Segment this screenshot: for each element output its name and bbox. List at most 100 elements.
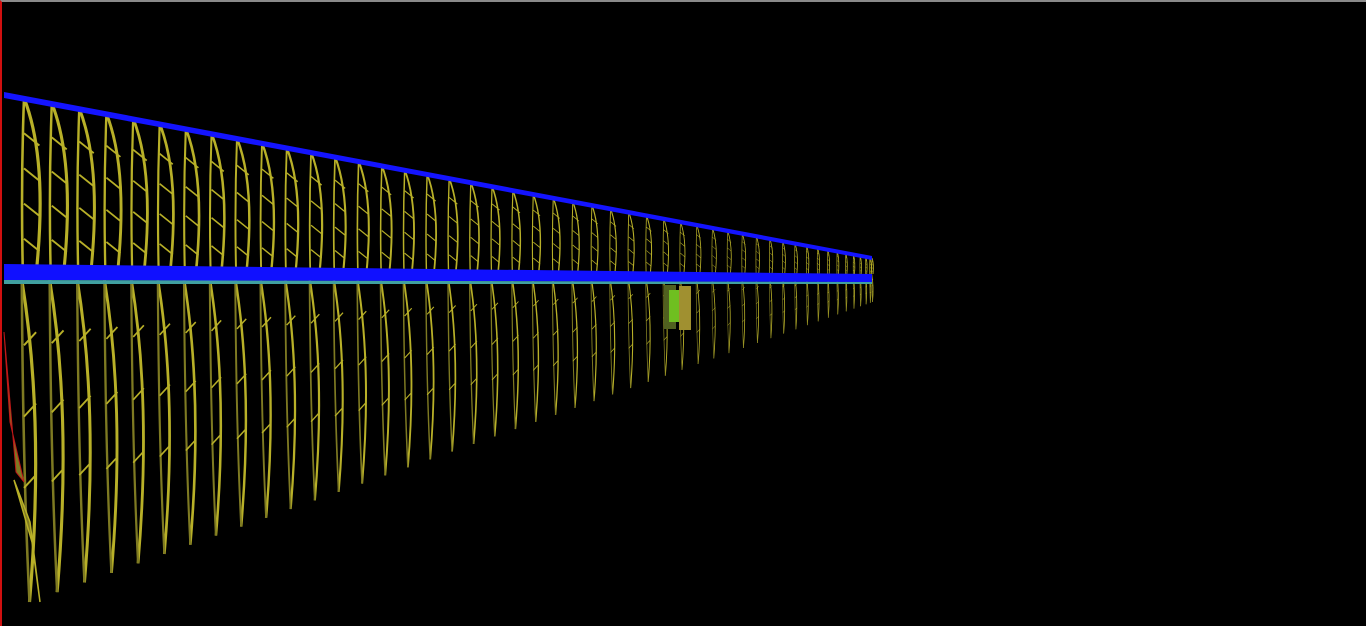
truss-frames	[3, 97, 874, 603]
upper-web	[381, 208, 392, 217]
upper-web	[334, 226, 346, 236]
upper-web	[310, 176, 323, 186]
truss-frame-40	[816, 247, 820, 322]
upper-web	[185, 186, 199, 198]
upper-inner-chord	[356, 161, 360, 275]
truss-frame-2	[48, 102, 69, 593]
upper-outer-chord	[426, 173, 437, 275]
truss-frame-8	[208, 132, 226, 536]
upper-web	[159, 213, 174, 226]
upper-inner-chord	[627, 212, 630, 275]
upper-web	[512, 206, 521, 214]
upper-web	[727, 256, 732, 260]
upper-web	[448, 196, 458, 205]
upper-web	[680, 252, 685, 257]
upper-web	[105, 209, 121, 222]
upper-outer-chord	[769, 238, 774, 275]
upper-inner-chord	[103, 113, 108, 275]
truss-frame-12	[308, 151, 324, 501]
truss-frame-33	[726, 230, 732, 354]
upper-web	[286, 172, 299, 183]
truss-frame-34	[741, 233, 747, 348]
upper-web	[426, 233, 437, 242]
upper-web	[591, 218, 598, 225]
upper-outer-chord	[470, 182, 480, 275]
3d-viewport[interactable]	[0, 0, 1366, 626]
upper-outer-chord	[235, 137, 251, 275]
upper-web	[491, 221, 500, 228]
truss-frame-18	[447, 177, 459, 452]
upper-inner-chord	[259, 142, 263, 275]
upper-outer-chord	[448, 177, 459, 275]
upper-web	[404, 190, 414, 199]
truss-frame-3	[75, 107, 96, 583]
upper-web	[23, 167, 40, 182]
truss-frame-37	[781, 241, 786, 334]
upper-outer-chord	[755, 236, 760, 275]
upper-web	[310, 200, 323, 210]
truss-frame-21	[511, 189, 522, 430]
truss-frame-13	[332, 156, 347, 493]
upper-outer-chord	[794, 243, 798, 275]
truss-frame-14	[356, 160, 370, 484]
upper-web	[236, 219, 250, 230]
upper-inner-chord	[695, 224, 698, 275]
upper-inner-chord	[308, 152, 312, 275]
upper-web	[712, 236, 717, 241]
upper-web	[426, 213, 437, 222]
upper-web	[211, 189, 225, 201]
upper-outer-chord	[158, 123, 175, 275]
upper-web	[404, 211, 414, 220]
upper-web	[105, 177, 121, 190]
upper-web	[552, 243, 560, 250]
upper-web	[261, 221, 274, 232]
upper-inner-chord	[76, 108, 81, 275]
upper-outer-chord	[741, 233, 747, 275]
truss-scene[interactable]	[2, 2, 1366, 626]
truss-frame-9	[234, 137, 251, 527]
upper-web	[358, 205, 369, 215]
upper-inner-chord	[402, 169, 406, 275]
truss-frame-26	[609, 208, 617, 395]
upper-inner-chord	[469, 182, 472, 275]
highlight-panel-green	[669, 290, 679, 322]
upper-inner-chord	[609, 208, 612, 275]
upper-web	[159, 153, 174, 165]
upper-outer-chord	[105, 113, 123, 275]
upper-web	[381, 230, 392, 239]
truss-frame-4	[102, 113, 123, 573]
upper-inner-chord	[130, 118, 135, 275]
upper-web	[794, 261, 798, 265]
upper-web	[572, 244, 580, 251]
upper-inner-chord	[645, 215, 647, 275]
upper-outer-chord	[552, 197, 561, 275]
upper-web	[470, 236, 479, 245]
upper-inner-chord	[284, 147, 288, 275]
upper-web	[286, 222, 299, 233]
upper-web	[286, 197, 299, 208]
truss-frame-15	[379, 165, 393, 476]
upper-outer-chord	[628, 211, 635, 275]
upper-web	[610, 234, 617, 240]
upper-web	[533, 225, 541, 232]
upper-web	[696, 244, 701, 249]
upper-web	[78, 173, 95, 187]
upper-web	[712, 246, 717, 250]
truss-frame-35	[755, 236, 760, 343]
truss-frame-11	[284, 147, 300, 510]
upper-web	[334, 179, 346, 189]
upper-outer-chord	[663, 218, 669, 275]
upper-web	[696, 234, 701, 239]
selected-element[interactable]	[664, 285, 691, 330]
upper-outer-chord	[380, 165, 393, 275]
upper-outer-chord	[357, 160, 370, 275]
upper-inner-chord	[183, 128, 187, 275]
near-partial-frame	[3, 331, 25, 483]
upper-outer-chord	[572, 201, 580, 275]
upper-inner-chord	[511, 190, 514, 275]
upper-inner-chord	[20, 97, 26, 275]
truss-frame-22	[531, 193, 542, 422]
upper-outer-chord	[285, 147, 300, 275]
upper-web	[769, 259, 773, 263]
upper-web	[185, 157, 199, 169]
